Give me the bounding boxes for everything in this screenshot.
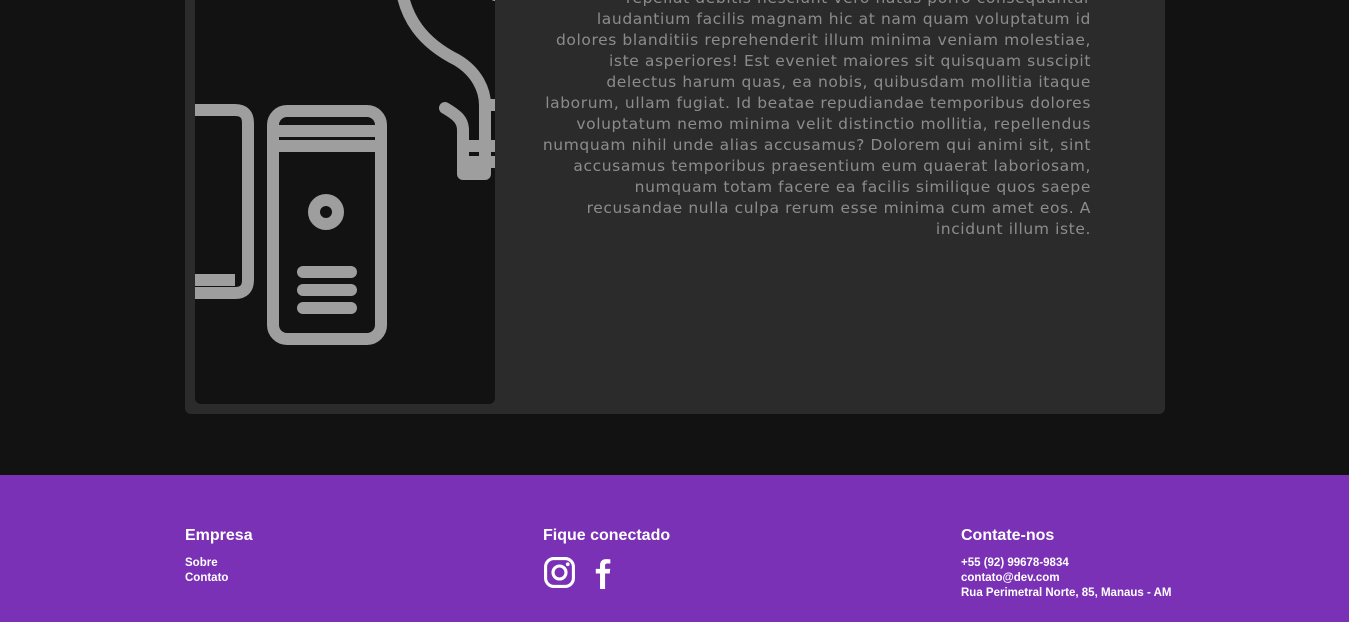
- footer-empresa: Empresa Sobre Contato: [185, 527, 253, 586]
- facebook-icon[interactable]: [586, 556, 619, 589]
- footer-link-sobre[interactable]: Sobre: [185, 556, 253, 571]
- contact-address: Rua Perimetral Norte, 85, Manaus - AM: [961, 587, 1172, 599]
- contact-email[interactable]: contato@dev.com: [961, 571, 1171, 586]
- computer-tower-icon: [267, 105, 387, 345]
- footer-link-contato[interactable]: Contato: [185, 571, 253, 586]
- main-section: repellat debitis nesciunt vero natus por…: [0, 0, 1349, 475]
- instagram-icon[interactable]: [543, 556, 576, 589]
- footer-contato-title: Contate-nos: [961, 527, 1055, 544]
- content-card: repellat debitis nesciunt vero natus por…: [185, 0, 1165, 414]
- lightbulb-icon: [397, 0, 495, 180]
- computer-illustration: [195, 0, 495, 345]
- illustration-panel: [195, 0, 495, 404]
- description-text: repellat debitis nesciunt vero natus por…: [542, 0, 1091, 238]
- footer-social: Fique conectado: [543, 527, 670, 589]
- monitor-icon: [195, 104, 254, 299]
- footer-empresa-title: Empresa: [185, 527, 253, 544]
- footer-social-title: Fique conectado: [543, 527, 671, 544]
- social-icons: [543, 556, 670, 589]
- site-footer: Empresa Sobre Contato Fique conectado Co…: [0, 475, 1349, 622]
- description-block: repellat debitis nesciunt vero natus por…: [535, 0, 1091, 240]
- contact-phone: +55 (92) 99678-9834: [961, 557, 1069, 569]
- footer-contato: Contate-nos +55 (92) 99678-9834 contato@…: [961, 527, 1171, 601]
